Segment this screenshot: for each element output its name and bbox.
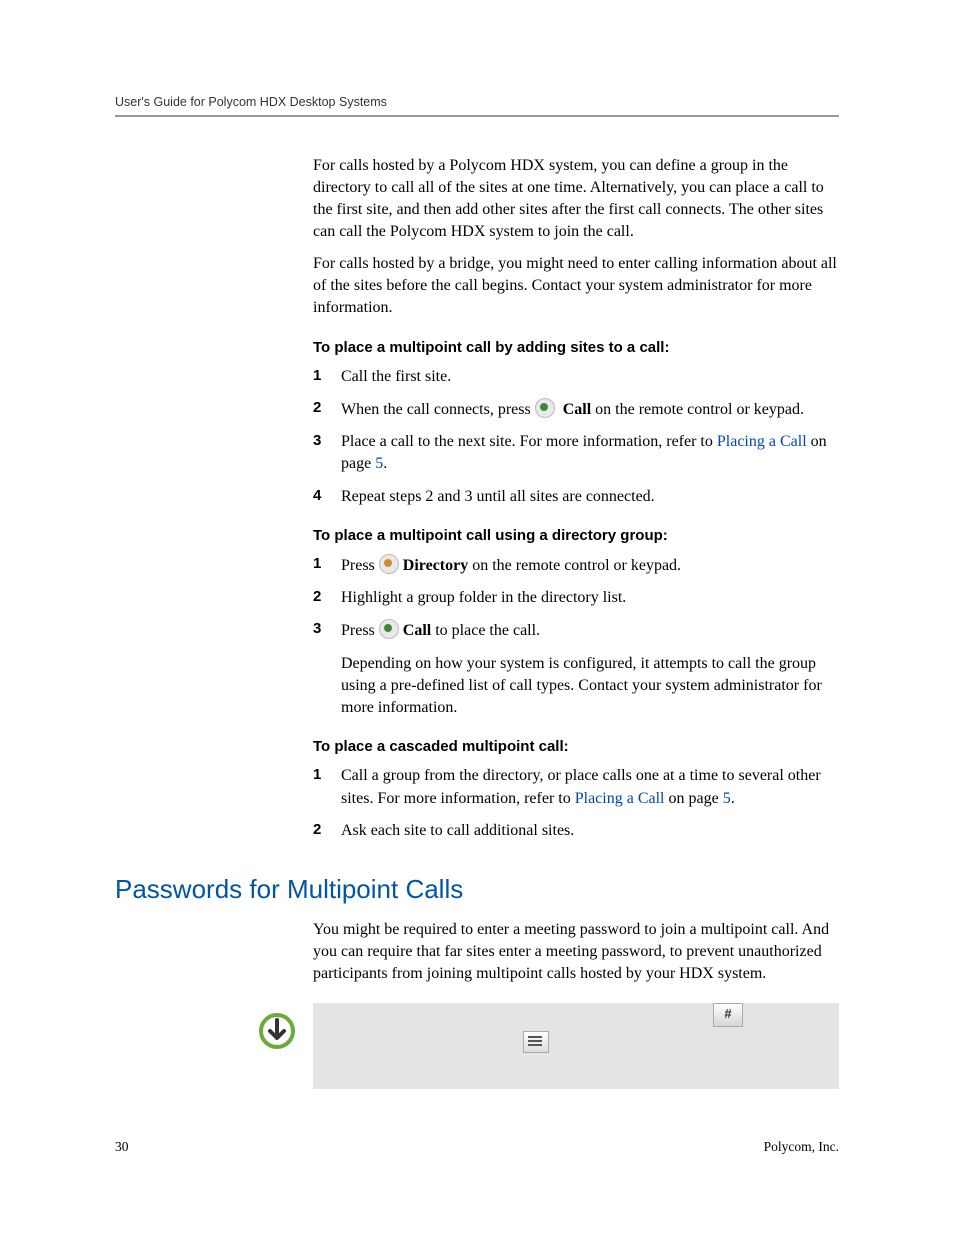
call-icon bbox=[535, 398, 555, 418]
page-number: 30 bbox=[115, 1139, 129, 1154]
proc3-step1-text-c: . bbox=[731, 790, 735, 807]
intro-paragraph-1: For calls hosted by a Polycom HDX system… bbox=[313, 155, 839, 243]
hash-key-icon: # bbox=[713, 1003, 743, 1027]
proc1-step3: Place a call to the next site. For more … bbox=[313, 431, 839, 475]
proc2-step3: Press Call to place the call. Depending … bbox=[313, 619, 839, 718]
header-rule bbox=[115, 115, 839, 117]
proc2-step2: Highlight a group folder in the director… bbox=[313, 587, 839, 609]
note-box: # bbox=[313, 1003, 839, 1089]
proc2-step1: Press Directory on the remote control or… bbox=[313, 554, 839, 577]
procedure-3-heading: To place a cascaded multipoint call: bbox=[313, 737, 839, 758]
proc1-step4: Repeat steps 2 and 3 until all sites are… bbox=[313, 486, 839, 508]
proc1-step3-text-c: . bbox=[383, 455, 387, 472]
proc2-step1-text-b: on the remote control or keypad. bbox=[468, 557, 681, 574]
proc2-step1-text-a: Press bbox=[341, 557, 379, 574]
footer-company: Polycom, Inc. bbox=[764, 1139, 839, 1155]
directory-icon bbox=[379, 554, 399, 574]
passwords-paragraph: You might be required to enter a meeting… bbox=[313, 919, 839, 985]
intro-paragraph-2: For calls hosted by a bridge, you might … bbox=[313, 253, 839, 319]
directory-label: Directory bbox=[403, 557, 468, 574]
note-point-icon bbox=[257, 1011, 297, 1058]
body-content: For calls hosted by a Polycom HDX system… bbox=[313, 155, 839, 842]
page-footer: 30 Polycom, Inc. bbox=[115, 1139, 839, 1155]
procedure-1-heading: To place a multipoint call by adding sit… bbox=[313, 338, 839, 359]
note-block: # bbox=[313, 1003, 839, 1089]
call-label: Call bbox=[403, 622, 431, 639]
list-options-icon bbox=[523, 1031, 549, 1053]
placing-a-call-link[interactable]: Placing a Call bbox=[717, 433, 807, 450]
proc2-step3-text-b: to place the call. bbox=[431, 622, 540, 639]
proc2-step3-text-a: Press bbox=[341, 622, 379, 639]
proc1-step2-text-b: on the remote control or keypad. bbox=[591, 401, 804, 418]
placing-a-call-link-2[interactable]: Placing a Call bbox=[575, 790, 665, 807]
page-5-link-2[interactable]: 5 bbox=[723, 790, 731, 807]
running-header: User's Guide for Polycom HDX Desktop Sys… bbox=[115, 95, 839, 109]
proc2-step3-note: Depending on how your system is configur… bbox=[341, 653, 839, 719]
proc1-step3-text-a: Place a call to the next site. For more … bbox=[341, 433, 717, 450]
proc1-step2: When the call connects, press Call on th… bbox=[313, 398, 839, 421]
procedure-1-steps: Call the first site. When the call conne… bbox=[313, 366, 839, 507]
section-heading-passwords: Passwords for Multipoint Calls bbox=[115, 874, 839, 905]
proc1-step2-text-a: When the call connects, press bbox=[341, 401, 535, 418]
proc1-step1: Call the first site. bbox=[313, 366, 839, 388]
call-icon bbox=[379, 619, 399, 639]
document-page: User's Guide for Polycom HDX Desktop Sys… bbox=[0, 0, 954, 1235]
procedure-2-heading: To place a multipoint call using a direc… bbox=[313, 526, 839, 547]
procedure-2-steps: Press Directory on the remote control or… bbox=[313, 554, 839, 718]
procedure-3-steps: Call a group from the directory, or plac… bbox=[313, 765, 839, 841]
proc3-step2: Ask each site to call additional sites. bbox=[313, 820, 839, 842]
section-body: You might be required to enter a meeting… bbox=[313, 919, 839, 1089]
call-label: Call bbox=[563, 401, 591, 418]
proc3-step1-text-b: on page bbox=[664, 790, 722, 807]
page-5-link[interactable]: 5 bbox=[375, 455, 383, 472]
proc3-step1: Call a group from the directory, or plac… bbox=[313, 765, 839, 809]
